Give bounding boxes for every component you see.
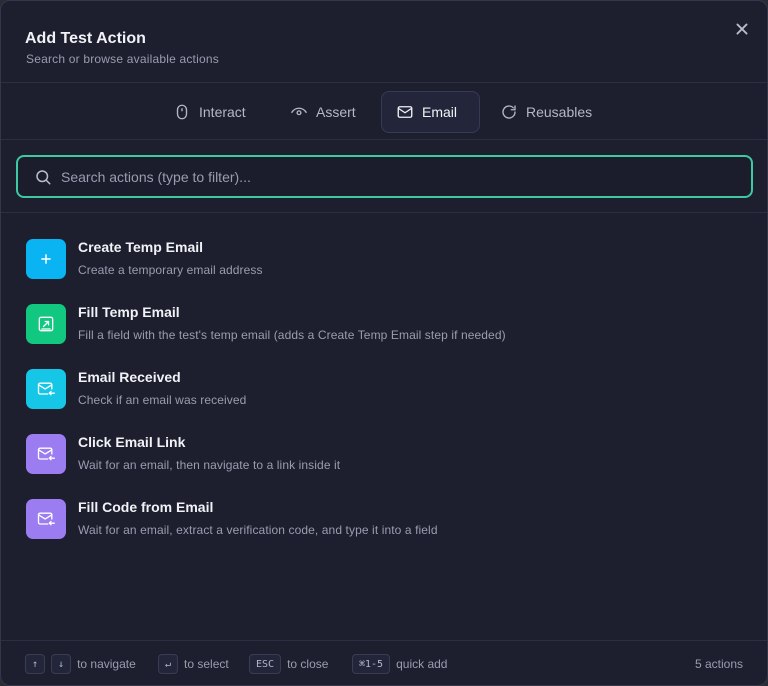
dialog-header: Add Test Action Search or browse availab… [1, 1, 767, 83]
search-box [16, 155, 753, 198]
tab-label: Reusables [526, 104, 593, 120]
action-description: Check if an email was received [78, 393, 247, 407]
tab-assert[interactable]: Assert [276, 91, 370, 133]
close-button[interactable] [731, 18, 753, 40]
quick-add-hint: ⌘1-5 quick add [352, 654, 447, 674]
action-title: Email Received [78, 369, 181, 385]
select-label: to select [184, 657, 229, 671]
list-item-create-temp-email[interactable]: Create Temp Email Create a temporary ema… [1, 223, 767, 288]
close-hint: ESC to close [249, 654, 328, 674]
close-label: to close [287, 657, 329, 671]
action-title: Fill Code from Email [78, 499, 214, 515]
list-item-email-received[interactable]: Email Received Check if an email was rec… [1, 353, 767, 418]
dialog-title: Add Test Action [25, 30, 146, 47]
mail-icon [397, 106, 413, 118]
list-item-click-email-link[interactable]: Click Email Link Wait for an email, then… [1, 418, 767, 483]
tab-email[interactable]: Email [381, 91, 480, 133]
action-badge [26, 434, 66, 474]
action-description: Fill a field with the test's temp email … [78, 328, 506, 342]
action-title: Create Temp Email [78, 239, 204, 255]
quick-add-label: quick add [396, 657, 448, 671]
action-title: Fill Temp Email [78, 304, 180, 320]
close-icon [736, 23, 748, 35]
enter-key: ↵ [158, 654, 179, 674]
action-badge [26, 369, 66, 409]
search-input[interactable] [61, 168, 701, 185]
plus-icon [41, 254, 51, 264]
mouse-icon [176, 104, 188, 120]
mail-in-icon [37, 512, 55, 526]
fill-field-icon [38, 316, 54, 332]
mail-in-icon [37, 382, 55, 396]
action-description: Create a temporary email address [78, 263, 263, 277]
add-test-action-dialog: Add Test Action Search or browse availab… [0, 0, 768, 686]
keyboard-hints-footer: ↑ ↓ to navigate ↵ to select ESC to close… [1, 640, 767, 685]
quick-add-key: ⌘1-5 [352, 654, 391, 674]
select-hint: ↵ to select [158, 654, 229, 674]
category-tabs: Interact Assert Email Reusables [1, 84, 767, 140]
divider [1, 212, 767, 213]
action-badge [26, 239, 66, 279]
action-badge [26, 499, 66, 539]
eye-icon [290, 107, 308, 116]
esc-key: ESC [249, 654, 282, 674]
dialog-subtitle: Search or browse available actions [26, 52, 219, 66]
action-title: Click Email Link [78, 434, 186, 450]
list-item-fill-code-from-email[interactable]: Fill Code from Email Wait for an email, … [1, 483, 767, 548]
tab-label: Interact [199, 104, 246, 120]
action-description: Wait for an email, then navigate to a li… [78, 458, 341, 472]
tab-label: Email [422, 104, 458, 120]
navigate-hint: ↑ ↓ to navigate [25, 654, 136, 674]
tab-reusables[interactable]: Reusables [486, 91, 606, 133]
action-list: Create Temp Email Create a temporary ema… [1, 223, 767, 548]
list-item-fill-temp-email[interactable]: Fill Temp Email Fill a field with the te… [1, 288, 767, 353]
navigate-label: to navigate [77, 657, 136, 671]
up-key: ↑ [25, 654, 46, 674]
action-count: 5 actions [694, 657, 743, 671]
tab-interact[interactable]: Interact [159, 91, 260, 133]
mail-in-icon [37, 447, 55, 461]
refresh-icon [502, 105, 516, 119]
down-key: ↓ [51, 654, 72, 674]
action-badge [26, 304, 66, 344]
search-icon [36, 169, 51, 184]
tab-label: Assert [316, 104, 356, 120]
action-description: Wait for an email, extract a verificatio… [78, 523, 438, 537]
